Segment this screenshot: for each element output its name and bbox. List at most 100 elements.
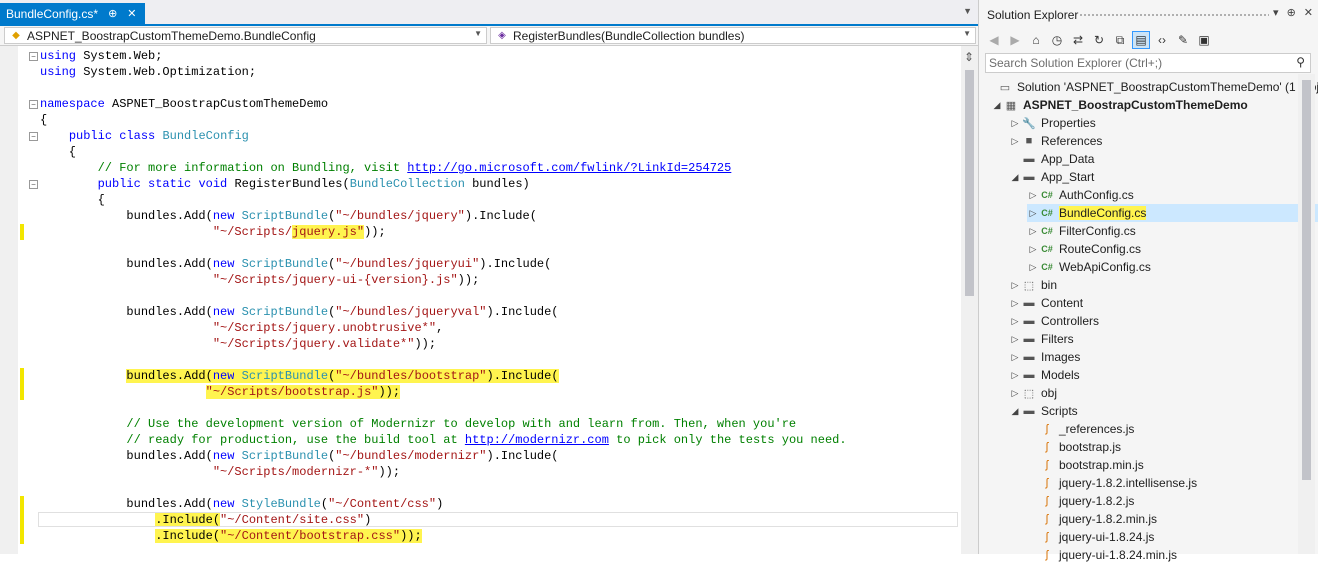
- code-line[interactable]: "~/Scripts/modernizr-*"));: [40, 464, 400, 480]
- collapse-toggle-icon[interactable]: −: [29, 52, 38, 61]
- scrollbar-thumb[interactable]: [965, 70, 974, 296]
- code-line[interactable]: "~/Scripts/jquery.js"));: [40, 224, 386, 240]
- forward-icon[interactable]: ▶: [1006, 31, 1024, 49]
- expand-arrow-icon[interactable]: ▷: [1027, 244, 1039, 255]
- tab-bundleconfig[interactable]: BundleConfig.cs* ⊕ ✕: [0, 3, 145, 24]
- tree-item[interactable]: ʃ jquery-ui-1.8.24.js: [1027, 528, 1318, 546]
- expand-arrow-icon[interactable]: ▷: [1027, 262, 1039, 273]
- refresh-icon[interactable]: ↻: [1090, 31, 1108, 49]
- tree-item[interactable]: ʃ jquery-1.8.2.min.js: [1027, 510, 1318, 528]
- tree-item[interactable]: ▷ ■ References: [1009, 132, 1318, 150]
- collapse-all-icon[interactable]: ⧉: [1111, 31, 1129, 49]
- show-all-files-icon[interactable]: ▤: [1132, 31, 1150, 49]
- tree-item[interactable]: ʃ bootstrap.min.js: [1027, 456, 1318, 474]
- tree-item[interactable]: ▭ Solution 'ASPNET_BoostrapCustomThemeDem…: [985, 78, 1318, 96]
- collapse-toggle-icon[interactable]: −: [29, 132, 38, 141]
- tree-item[interactable]: ▬ App_Data: [1009, 150, 1318, 168]
- home-icon[interactable]: ⌂: [1027, 31, 1045, 49]
- expand-arrow-icon[interactable]: ▷: [1027, 208, 1039, 219]
- code-line[interactable]: public static void RegisterBundles(Bundl…: [40, 176, 530, 192]
- code-line[interactable]: // ready for production, use the build t…: [40, 432, 846, 448]
- back-icon[interactable]: ◀: [985, 31, 1003, 49]
- pin-icon[interactable]: ⊕: [108, 7, 117, 20]
- code-line[interactable]: {: [40, 192, 105, 208]
- properties-icon[interactable]: ✎: [1174, 31, 1192, 49]
- expand-arrow-icon[interactable]: ▷: [1009, 298, 1021, 309]
- tree-item[interactable]: ▷ C# AuthConfig.cs: [1027, 186, 1318, 204]
- pin-icon[interactable]: ⊕: [1287, 6, 1296, 19]
- code-line[interactable]: "~/Scripts/jquery-ui-{version}.js"));: [40, 272, 479, 288]
- code-line[interactable]: public class BundleConfig: [40, 128, 249, 144]
- code-line[interactable]: // Use the development version of Modern…: [40, 416, 796, 432]
- code-line[interactable]: {: [40, 144, 76, 160]
- code-line[interactable]: using System.Web;: [40, 48, 162, 64]
- tree-item[interactable]: ▷ ⬚ bin: [1009, 276, 1318, 294]
- chevron-down-icon[interactable]: ▼: [963, 6, 972, 16]
- code-line[interactable]: bundles.Add(new ScriptBundle("~/bundles/…: [40, 368, 559, 384]
- expand-arrow-icon[interactable]: ▷: [1009, 280, 1021, 291]
- split-handle-icon[interactable]: ⇕: [964, 50, 974, 64]
- tree-item[interactable]: ʃ jquery-1.8.2.js: [1027, 492, 1318, 510]
- tree-item[interactable]: ʃ jquery-ui-1.8.24.min.js: [1027, 546, 1318, 564]
- code-line[interactable]: bundles.Add(new ScriptBundle("~/bundles/…: [40, 448, 558, 464]
- collapse-toggle-icon[interactable]: −: [29, 100, 38, 109]
- expanded-arrow-icon[interactable]: ◢: [1009, 406, 1021, 417]
- code-line[interactable]: namespace ASPNET_BoostrapCustomThemeDemo: [40, 96, 328, 112]
- code-line[interactable]: "~/Scripts/jquery.validate*"));: [40, 336, 436, 352]
- class-dropdown[interactable]: ◆ ASPNET_BoostrapCustomThemeDemo.BundleC…: [4, 27, 487, 44]
- search-input[interactable]: Search Solution Explorer (Ctrl+;) ⚲: [985, 53, 1311, 73]
- code-line[interactable]: "~/Scripts/jquery.unobtrusive*",: [40, 320, 443, 336]
- tree-item[interactable]: ▷ C# RouteConfig.cs: [1027, 240, 1318, 258]
- tree-item[interactable]: ▷ C# BundleConfig.cs: [1027, 204, 1318, 222]
- tree-item[interactable]: ▷ C# FilterConfig.cs: [1027, 222, 1318, 240]
- code-line[interactable]: bundles.Add(new ScriptBundle("~/bundles/…: [40, 208, 537, 224]
- code-line[interactable]: bundles.Add(new ScriptBundle("~/bundles/…: [40, 256, 551, 272]
- tree-item[interactable]: ▷ ▬ Controllers: [1009, 312, 1318, 330]
- tree-item[interactable]: ▷ ▬ Filters: [1009, 330, 1318, 348]
- expand-arrow-icon[interactable]: ▷: [1027, 226, 1039, 237]
- expand-arrow-icon[interactable]: ▷: [1009, 388, 1021, 399]
- expand-arrow-icon[interactable]: ▷: [1009, 334, 1021, 345]
- code-line[interactable]: bundles.Add(new StyleBundle("~/Content/c…: [40, 496, 443, 512]
- sync-icon[interactable]: ⇄: [1069, 31, 1087, 49]
- close-icon[interactable]: ✕: [1304, 6, 1313, 19]
- expand-arrow-icon[interactable]: ▷: [1009, 118, 1021, 129]
- editor-vertical-scrollbar[interactable]: [961, 46, 978, 554]
- view-code-icon[interactable]: ‹›: [1153, 31, 1171, 49]
- collapse-toggle-icon[interactable]: −: [29, 180, 38, 189]
- tree-vertical-scrollbar[interactable]: [1298, 74, 1315, 554]
- code-line[interactable]: .Include("~/Content/bootstrap.css"));: [40, 528, 422, 544]
- code-link[interactable]: http://go.microsoft.com/fwlink/?LinkId=2…: [407, 161, 731, 175]
- tree-item[interactable]: ▷ ▬ Models: [1009, 366, 1318, 384]
- scrollbar-thumb[interactable]: [1302, 80, 1311, 480]
- member-dropdown[interactable]: ◈ RegisterBundles(BundleCollection bundl…: [490, 27, 976, 44]
- search-icon[interactable]: ⚲: [1296, 55, 1305, 69]
- tree-item[interactable]: ◢ ▬ App_Start: [1009, 168, 1318, 186]
- tree-item[interactable]: ◢ ▬ Scripts: [1009, 402, 1318, 420]
- code-line[interactable]: {: [40, 112, 47, 128]
- expand-arrow-icon[interactable]: ▷: [1009, 370, 1021, 381]
- preview-icon[interactable]: ▣: [1195, 31, 1213, 49]
- tree-item[interactable]: ▷ ▬ Content: [1009, 294, 1318, 312]
- tree-item[interactable]: ◢ ▦ ASPNET_BoostrapCustomThemeDemo: [991, 96, 1311, 114]
- history-icon[interactable]: ◷: [1048, 31, 1066, 49]
- code-line[interactable]: bundles.Add(new ScriptBundle("~/bundles/…: [40, 304, 558, 320]
- code-line[interactable]: // For more information on Bundling, vis…: [40, 160, 732, 176]
- tree-item[interactable]: ▷ ⬚ obj: [1009, 384, 1318, 402]
- tree-item[interactable]: ▷ C# WebApiConfig.cs: [1027, 258, 1318, 276]
- expand-arrow-icon[interactable]: ▷: [1009, 316, 1021, 327]
- tree-item[interactable]: ʃ _references.js: [1027, 420, 1318, 438]
- expand-arrow-icon[interactable]: ▷: [1009, 136, 1021, 147]
- tree-item[interactable]: ▷ 🔧 Properties: [1009, 114, 1318, 132]
- expanded-arrow-icon[interactable]: ◢: [1009, 172, 1021, 183]
- expanded-arrow-icon[interactable]: ◢: [991, 100, 1003, 111]
- expand-arrow-icon[interactable]: ▷: [1009, 352, 1021, 363]
- tree-item[interactable]: ʃ jquery-1.8.2.intellisense.js: [1027, 474, 1318, 492]
- grip-dots[interactable]: [1079, 13, 1269, 17]
- expand-arrow-icon[interactable]: ▷: [1027, 190, 1039, 201]
- code-line[interactable]: using System.Web.Optimization;: [40, 64, 256, 80]
- code-editor[interactable]: using System.Web; using System.Web.Optimi…: [0, 46, 978, 554]
- close-icon[interactable]: ✕: [127, 7, 136, 20]
- tree-item[interactable]: ▷ ▬ Images: [1009, 348, 1318, 366]
- tree-item[interactable]: ʃ bootstrap.js: [1027, 438, 1318, 456]
